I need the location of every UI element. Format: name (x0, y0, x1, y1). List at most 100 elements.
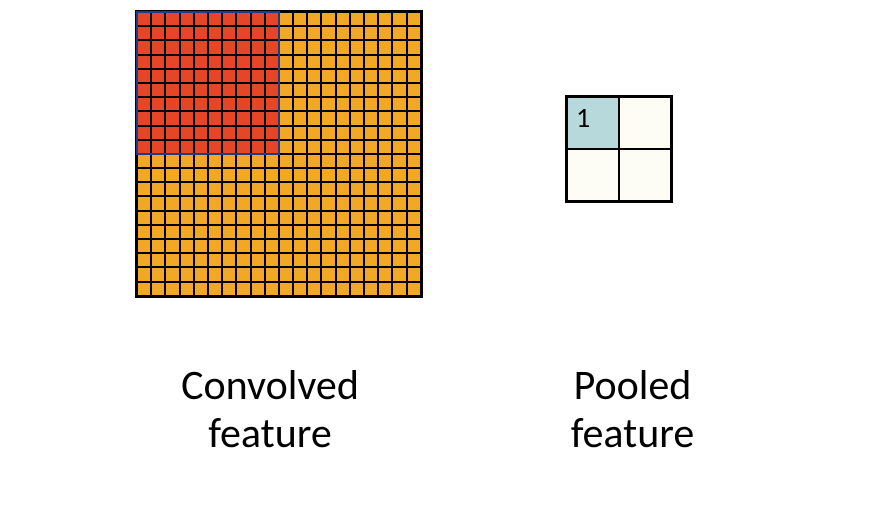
convolved-cell (265, 282, 279, 296)
convolved-cell (392, 196, 406, 210)
region-cell (151, 69, 165, 83)
convolved-cell (137, 168, 151, 182)
convolved-cell (307, 140, 321, 154)
convolved-cell (364, 196, 378, 210)
convolved-cell (293, 282, 307, 296)
convolved-cell (392, 225, 406, 239)
convolved-cell (137, 154, 151, 168)
convolved-cell (307, 40, 321, 54)
region-cell (236, 26, 250, 40)
convolved-cell (378, 168, 392, 182)
convolved-cell (194, 253, 208, 267)
region-cell (251, 12, 265, 26)
convolved-cell (137, 239, 151, 253)
region-cell (137, 69, 151, 83)
convolved-cell (279, 253, 293, 267)
convolved-cell (392, 83, 406, 97)
convolved-cell (137, 196, 151, 210)
convolved-cell (350, 12, 364, 26)
convolved-cell (350, 282, 364, 296)
convolved-cell (265, 267, 279, 281)
convolved-cell (293, 196, 307, 210)
region-cell (251, 55, 265, 69)
convolved-cell (194, 239, 208, 253)
convolved-cell (293, 12, 307, 26)
convolved-cell (321, 154, 335, 168)
convolved-cell (293, 69, 307, 83)
convolved-cell (251, 211, 265, 225)
convolved-cell (236, 267, 250, 281)
convolved-cell (364, 182, 378, 196)
region-cell (222, 55, 236, 69)
convolved-cell (293, 211, 307, 225)
region-cell (208, 69, 222, 83)
convolved-cell (265, 182, 279, 196)
convolved-cell (350, 196, 364, 210)
region-cell (137, 12, 151, 26)
convolved-cell (378, 182, 392, 196)
convolved-cell (392, 239, 406, 253)
convolved-cell (378, 154, 392, 168)
convolved-cell (336, 40, 350, 54)
region-cell (180, 97, 194, 111)
convolved-cell (392, 168, 406, 182)
convolved-cell (279, 55, 293, 69)
convolved-cell (279, 225, 293, 239)
region-cell (208, 26, 222, 40)
convolved-cell (336, 97, 350, 111)
convolved-cell (321, 196, 335, 210)
convolved-cell (151, 253, 165, 267)
convolved-cell (293, 97, 307, 111)
region-cell (180, 126, 194, 140)
region-cell (151, 55, 165, 69)
convolved-cell (208, 168, 222, 182)
convolved-cell (165, 182, 179, 196)
convolved-cell (321, 140, 335, 154)
region-cell (265, 26, 279, 40)
convolved-cell (307, 253, 321, 267)
convolved-cell (378, 55, 392, 69)
region-cell (151, 12, 165, 26)
convolved-cell (336, 26, 350, 40)
region-cell (251, 126, 265, 140)
region-cell (265, 55, 279, 69)
convolved-cell (336, 111, 350, 125)
convolved-cell (392, 69, 406, 83)
convolved-cell (378, 126, 392, 140)
convolved-cell (378, 282, 392, 296)
region-cell (137, 55, 151, 69)
region-cell (208, 111, 222, 125)
convolved-cell (180, 182, 194, 196)
convolved-cell (307, 282, 321, 296)
convolved-cell (279, 196, 293, 210)
convolved-cell (321, 40, 335, 54)
region-cell (165, 26, 179, 40)
region-cell (180, 69, 194, 83)
region-cell (194, 97, 208, 111)
region-cell (151, 40, 165, 54)
convolved-cell (180, 211, 194, 225)
convolved-cell (364, 239, 378, 253)
convolved-cell (165, 154, 179, 168)
convolved-cell (378, 111, 392, 125)
convolved-cell (293, 225, 307, 239)
convolved-cell (336, 12, 350, 26)
convolved-cell (307, 83, 321, 97)
region-cell (222, 126, 236, 140)
convolved-cell (165, 253, 179, 267)
region-cell (165, 140, 179, 154)
convolved-cell (336, 55, 350, 69)
convolved-cell (279, 26, 293, 40)
convolved-cell (194, 154, 208, 168)
convolved-cell (137, 225, 151, 239)
pooled-cell (567, 149, 619, 201)
convolved-cell (151, 154, 165, 168)
convolved-cell (407, 168, 421, 182)
convolved-cell (208, 196, 222, 210)
convolved-cell (350, 140, 364, 154)
convolved-cell (364, 12, 378, 26)
convolved-cell (407, 83, 421, 97)
region-cell (208, 83, 222, 97)
region-cell (236, 140, 250, 154)
convolved-cell (321, 239, 335, 253)
